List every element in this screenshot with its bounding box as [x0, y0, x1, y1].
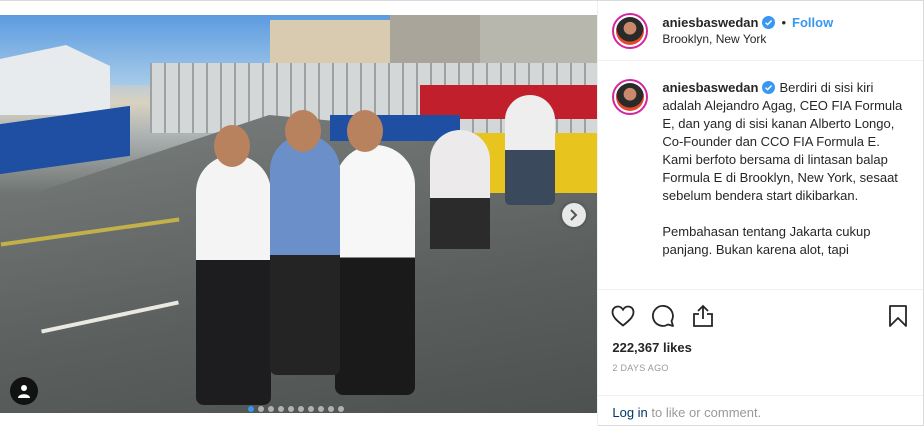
- share-button[interactable]: [688, 301, 718, 331]
- username-link[interactable]: aniesbaswedan: [662, 15, 758, 30]
- like-button[interactable]: [608, 301, 638, 331]
- carousel-dot: [308, 406, 314, 412]
- photo-person-left: [196, 155, 271, 405]
- post-author: aniesbaswedan • Follow Brooklyn, New Yor…: [662, 15, 833, 46]
- location-link[interactable]: Brooklyn, New York: [662, 32, 833, 46]
- post-media: [0, 1, 598, 426]
- avatar-image: [616, 83, 645, 111]
- instagram-post: aniesbaswedan • Follow Brooklyn, New Yor…: [0, 0, 924, 426]
- carousel-dot: [248, 406, 254, 412]
- share-icon: [693, 304, 714, 327]
- carousel-dot: [268, 406, 274, 412]
- verified-badge-icon: [762, 81, 776, 94]
- comment-button[interactable]: [648, 301, 678, 331]
- caption: aniesbaswedan Berdiri di sisi kiri adalah…: [662, 79, 909, 289]
- photo-head: [285, 110, 321, 152]
- photo-person-right: [335, 145, 415, 395]
- verified-badge-icon: [762, 16, 776, 29]
- login-prompt-text: to like or comment.: [647, 405, 762, 420]
- carousel-dot: [278, 406, 284, 412]
- carousel-dot: [338, 406, 344, 412]
- save-button[interactable]: [883, 301, 913, 331]
- action-icons: [608, 296, 913, 336]
- post-actions: 222,367 likes 2 DAYS AGO: [598, 289, 924, 373]
- follow-button[interactable]: Follow: [792, 15, 833, 30]
- photo-person-center: [270, 135, 340, 375]
- author-row: aniesbaswedan • Follow: [662, 15, 833, 30]
- photo-head: [214, 125, 250, 167]
- carousel-indicator: [248, 406, 344, 412]
- avatar[interactable]: [612, 12, 649, 49]
- carousel-dot: [258, 406, 264, 412]
- photo-cameraman: [430, 130, 490, 300]
- post-sidebar: aniesbaswedan • Follow Brooklyn, New Yor…: [597, 1, 924, 426]
- comments-section: aniesbaswedan Berdiri di sisi kiri adalah…: [598, 61, 923, 289]
- post-header: aniesbaswedan • Follow Brooklyn, New Yor…: [598, 1, 923, 61]
- tagged-users-button[interactable]: [10, 377, 38, 405]
- avatar[interactable]: [612, 79, 649, 115]
- person-icon: [18, 385, 30, 398]
- chevron-right-icon: [570, 209, 578, 221]
- carousel-dot: [288, 406, 294, 412]
- heart-icon: [611, 305, 635, 327]
- post-timestamp[interactable]: 2 DAYS AGO: [608, 355, 913, 373]
- carousel-dot: [328, 406, 334, 412]
- caption-text: Berdiri di sisi kiri adalah Alejandro Ag…: [662, 80, 903, 257]
- login-link[interactable]: Log in: [612, 405, 647, 420]
- separator-bullet: •: [781, 15, 787, 30]
- carousel-next-button[interactable]: [562, 203, 586, 227]
- photo-banner: [0, 105, 130, 175]
- bookmark-icon: [889, 305, 908, 327]
- photo-head: [347, 110, 383, 152]
- avatar-image: [616, 16, 645, 45]
- likes-count[interactable]: 222,367 likes: [608, 336, 913, 355]
- carousel-dot: [298, 406, 304, 412]
- photo-photographer: [505, 95, 555, 205]
- caption-username-link[interactable]: aniesbaswedan: [662, 80, 758, 95]
- post-photo[interactable]: [0, 15, 598, 413]
- carousel-dot: [318, 406, 324, 412]
- comment-icon: [652, 305, 675, 327]
- login-prompt: Log in to like or comment.: [598, 395, 924, 426]
